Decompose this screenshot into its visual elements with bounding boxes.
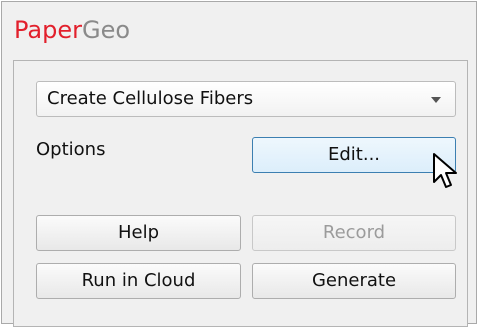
run-in-cloud-button[interactable]: Run in Cloud: [36, 263, 241, 299]
action-dropdown-value: Create Cellulose Fibers: [47, 88, 254, 109]
brand-geo: Geo: [81, 16, 131, 44]
mouse-pointer-icon: [433, 153, 457, 188]
record-button[interactable]: Record: [252, 215, 456, 251]
action-dropdown[interactable]: Create Cellulose Fibers: [36, 81, 456, 117]
app-title: PaperGeo: [14, 15, 130, 45]
help-button[interactable]: Help: [36, 215, 241, 251]
brand-paper: Paper: [14, 16, 82, 44]
options-label: Options: [36, 139, 106, 160]
generate-button[interactable]: Generate: [252, 263, 456, 299]
options-panel: Create Cellulose Fibers Options Edit... …: [13, 60, 468, 327]
papergeo-window: PaperGeo Create Cellulose Fibers Options…: [1, 1, 477, 327]
chevron-down-icon: [431, 97, 441, 103]
edit-button[interactable]: Edit...: [252, 137, 456, 173]
